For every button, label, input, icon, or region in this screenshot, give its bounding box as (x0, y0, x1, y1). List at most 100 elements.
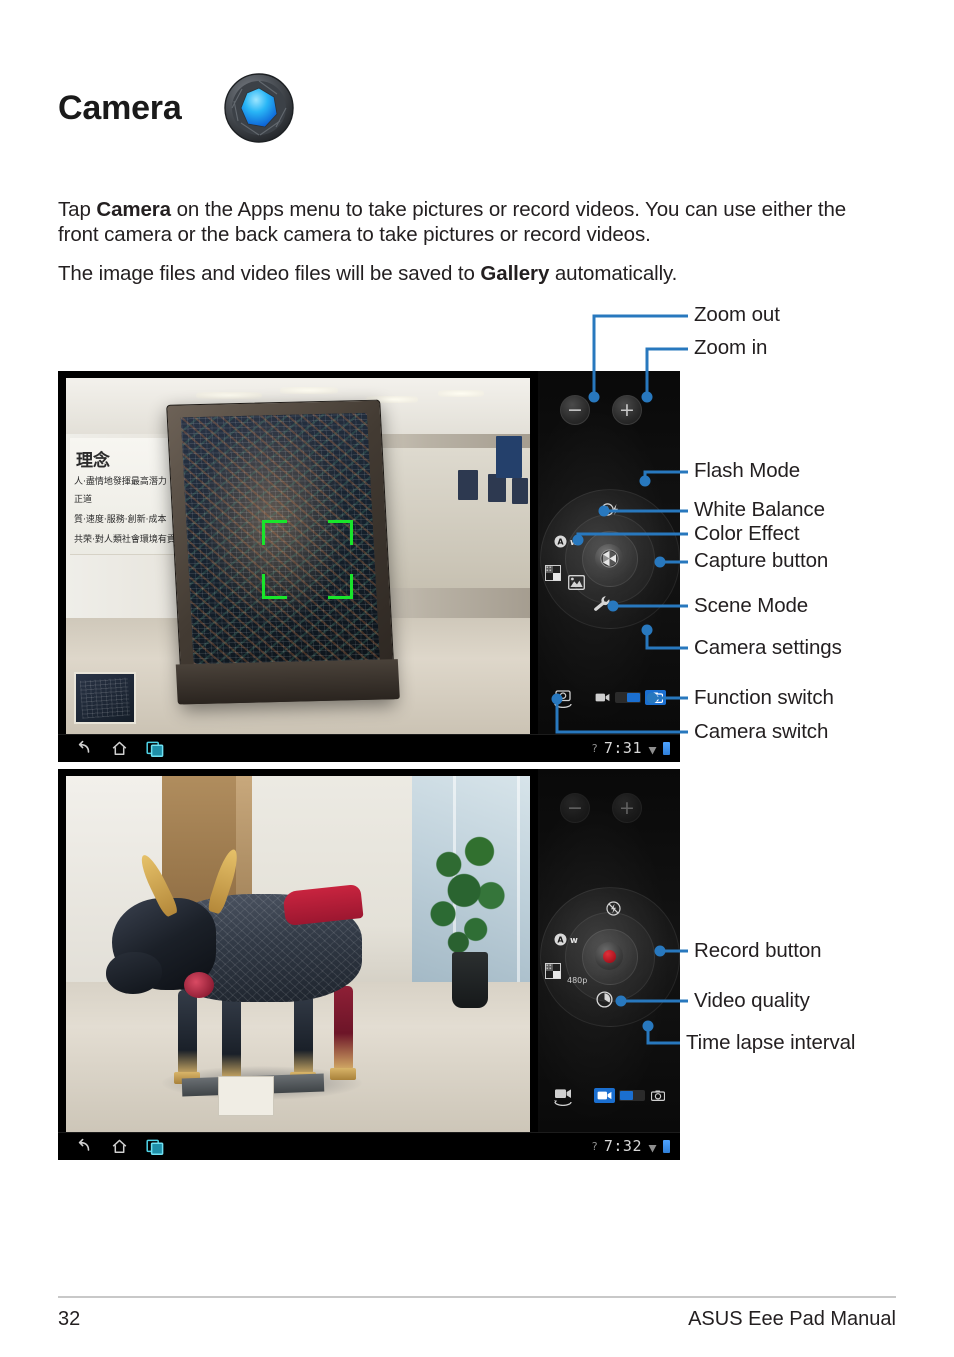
record-button[interactable] (595, 942, 623, 970)
wifi-icon-video (648, 1141, 657, 1152)
screenshot-video-mode: − + A w 480p ? 7:32 (58, 769, 680, 1160)
viewfinder-photo: 理念 人·盡情地發揮最高潛力 正道 質·速度·服務·創新·成本 共荣·對人類社會… (66, 378, 530, 734)
viewfinder-video (66, 776, 530, 1132)
wall-sign-line-4: 質·速度·服務·創新·成本 (74, 515, 167, 525)
function-switch-knob-video[interactable] (620, 1091, 633, 1100)
video-mode-icon[interactable] (594, 691, 611, 704)
intro-bold-camera: Camera (96, 197, 171, 221)
gallery-bold: Gallery (480, 261, 550, 285)
function-switch-knob[interactable] (627, 693, 640, 702)
callout-scene-mode: Scene Mode (694, 594, 809, 617)
intro-text-rest: on the Apps menu to take pictures or rec… (58, 197, 847, 246)
gallery-paragraph: The image files and video files will be … (58, 261, 870, 286)
camera-control-panel-photo: − + A A w (538, 371, 680, 735)
wall-sign-line-5: 共荣·對人類社會環境有貢獻 (74, 535, 185, 545)
flash-off-icon[interactable] (606, 901, 621, 918)
callout-time-lapse-interval: Time lapse interval (686, 1031, 856, 1054)
page-header: Camera (58, 70, 918, 146)
svg-text:A: A (557, 538, 564, 547)
zoom-in-button[interactable]: + (612, 395, 642, 425)
artwork-circuit-sculpture (166, 399, 400, 705)
function-switch[interactable] (594, 690, 666, 705)
recent-apps-icon-video[interactable] (146, 1137, 165, 1156)
scene-lobby-cow (66, 776, 530, 1132)
battery-icon (663, 741, 670, 755)
callout-video-quality: Video quality (694, 989, 810, 1012)
plus-icon: + (619, 796, 635, 819)
plus-icon: + (619, 398, 635, 421)
recent-apps-icon[interactable] (146, 739, 165, 758)
camera-switch-icon[interactable] (552, 688, 574, 709)
zoom-out-button-video[interactable]: − (560, 793, 590, 823)
android-system-bar-photo: ? 7:31 (58, 734, 680, 762)
callout-flash-mode: Flash Mode (694, 459, 801, 482)
time-lapse-clock-icon[interactable] (596, 991, 613, 1010)
white-balance-icon[interactable]: A w (554, 535, 578, 550)
scene-mode-icon[interactable] (568, 575, 585, 592)
callout-zoom-out: Zoom out (694, 303, 780, 326)
photo-mode-icon[interactable] (645, 690, 666, 705)
svg-text:w: w (570, 936, 578, 946)
plant-pot (452, 952, 488, 1008)
capture-button[interactable] (595, 544, 623, 572)
camera-dial-video: A w 480p (540, 887, 680, 1027)
callout-camera-settings: Camera settings (694, 636, 842, 659)
flash-mode-icon[interactable]: A (601, 503, 621, 518)
manual-title: ASUS Eee Pad Manual (688, 1308, 896, 1330)
camera-dial-photo: A A w (540, 489, 680, 629)
status-indicators-video: ? 7:32 (591, 1137, 670, 1155)
function-switch-video[interactable] (594, 1088, 666, 1103)
white-balance-icon-video[interactable]: A w (554, 933, 578, 948)
exhibit-label-card (218, 1076, 274, 1116)
home-icon[interactable] (110, 739, 129, 758)
status-clock: 7:31 (603, 739, 642, 757)
callout-record-button: Record button (694, 939, 822, 962)
zoom-out-button[interactable]: − (560, 395, 590, 425)
callout-white-balance: White Balance (694, 498, 825, 521)
callout-function-switch: Function switch (694, 686, 834, 709)
camera-switch-icon-video[interactable] (552, 1086, 574, 1107)
photo-mode-icon-inactive[interactable] (649, 1089, 666, 1102)
camera-control-panel-video: − + A w 480p (538, 769, 680, 1133)
callout-color-effect: Color Effect (694, 522, 800, 545)
wall-sign-line-2: 人·盡情地發揮最高潛力 (74, 477, 167, 487)
intro-text-lead: Tap (58, 197, 97, 221)
minus-icon: − (567, 398, 583, 421)
callout-camera-switch: Camera switch (694, 720, 829, 743)
video-quality-label[interactable]: 480p (567, 977, 587, 985)
function-switch-track[interactable] (615, 692, 641, 703)
page-title: Camera (58, 89, 182, 127)
camera-aperture-icon (220, 69, 298, 147)
color-effect-icon[interactable] (545, 565, 561, 583)
back-arrow-icon-video[interactable] (74, 1137, 93, 1156)
back-arrow-icon[interactable] (74, 739, 93, 758)
screenshot-photo-mode: 理念 人·盡情地發揮最高潛力 正道 質·速度·服務·創新·成本 共荣·對人類社會… (58, 371, 680, 762)
wrench-icon[interactable] (592, 595, 612, 614)
svg-text:A: A (605, 506, 611, 515)
zoom-in-button-video[interactable]: + (612, 793, 642, 823)
status-clock-video: 7:32 (603, 1137, 642, 1155)
aperture-icon (599, 548, 619, 568)
last-photo-thumbnail[interactable] (74, 672, 136, 724)
status-indicators-photo: ? 7:31 (591, 739, 670, 757)
record-dot-icon (602, 949, 616, 963)
color-effect-icon-video[interactable] (545, 963, 561, 981)
svg-text:w: w (570, 538, 578, 548)
footer-divider (58, 1296, 896, 1298)
home-icon-video[interactable] (110, 1137, 129, 1156)
bottom-switch-row-photo (538, 687, 680, 709)
potted-plant-foliage (420, 828, 516, 958)
page-number: 32 (58, 1308, 81, 1330)
minus-icon: − (567, 796, 583, 819)
function-switch-track-video[interactable] (619, 1090, 645, 1101)
wifi-icon (648, 743, 657, 754)
wall-sign-line-1: 理念 (76, 451, 110, 471)
gallery-text-rest: automatically. (549, 261, 678, 285)
scene-lobby-artwork: 理念 人·盡情地發揮最高潛力 正道 質·速度·服務·創新·成本 共荣·對人類社會… (66, 378, 530, 734)
unknown-status-icon-video: ? (591, 1139, 598, 1153)
wall-sign-line-3: 正道 (74, 495, 93, 505)
video-mode-icon-active[interactable] (594, 1088, 615, 1103)
gallery-text-lead: The image files and video files will be … (58, 261, 481, 285)
svg-text:A: A (557, 936, 564, 945)
bottom-switch-row-video (538, 1085, 680, 1107)
